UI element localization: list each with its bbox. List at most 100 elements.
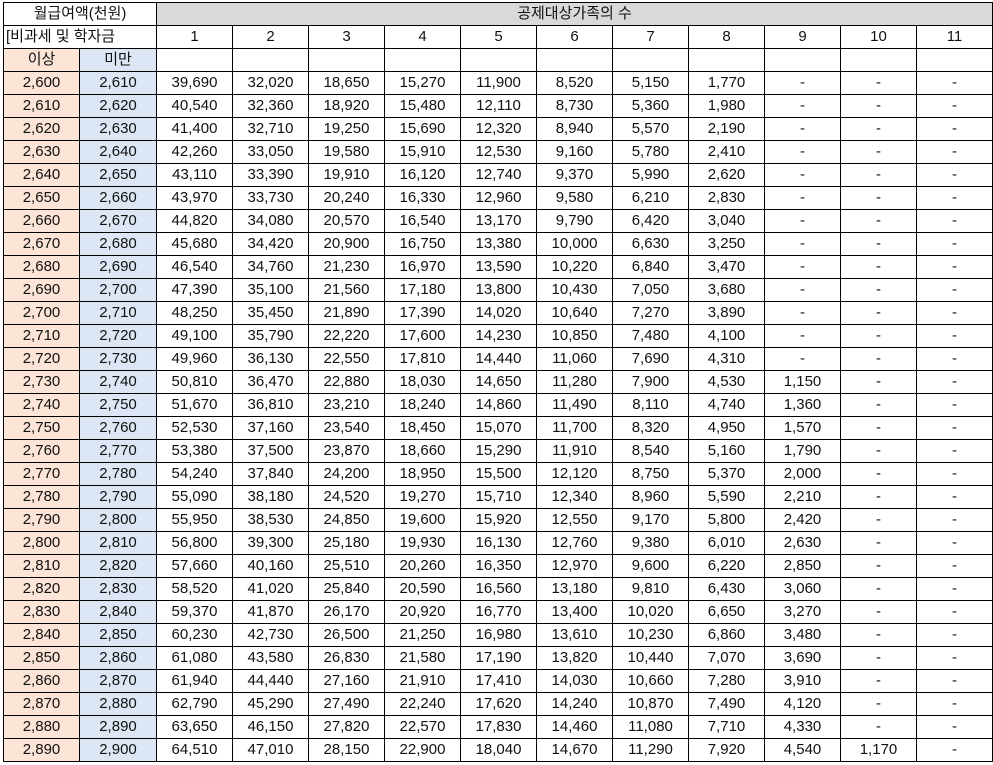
tax-amount-cell: 33,390 — [232, 163, 309, 187]
tax-amount-cell: 19,600 — [384, 508, 461, 532]
tax-amount-cell: 49,100 — [156, 324, 233, 348]
tax-amount-cell: 17,390 — [384, 301, 461, 325]
tax-amount-cell: 35,790 — [232, 324, 309, 348]
tax-amount-cell: - — [840, 600, 917, 624]
tax-amount-cell: 15,910 — [384, 140, 461, 164]
tax-amount-cell: 32,020 — [232, 71, 309, 95]
salary-upper-bound-cell: 2,620 — [79, 94, 157, 118]
tax-amount-cell: - — [916, 255, 993, 279]
tax-amount-cell: 22,220 — [308, 324, 385, 348]
tax-amount-cell: 38,530 — [232, 508, 309, 532]
tax-amount-cell: 10,230 — [612, 623, 689, 647]
tax-amount-cell: 34,420 — [232, 232, 309, 256]
tax-amount-cell: 35,100 — [232, 278, 309, 302]
tax-amount-cell: - — [916, 531, 993, 555]
dependents-count-5: 5 — [460, 25, 537, 49]
tax-amount-cell: 13,590 — [460, 255, 537, 279]
salary-lower-bound-cell: 2,870 — [3, 692, 80, 716]
tax-amount-cell: 4,740 — [688, 393, 765, 417]
empty-header-cell — [764, 48, 841, 72]
tax-amount-cell: - — [840, 531, 917, 555]
tax-amount-cell: 10,850 — [536, 324, 613, 348]
tax-amount-cell: - — [840, 278, 917, 302]
tax-amount-cell: - — [916, 278, 993, 302]
tax-amount-cell: 15,480 — [384, 94, 461, 118]
table-row: 2,710 2,720 49,100 35,790 22,220 17,600 14,230… — [3, 324, 993, 348]
tax-amount-cell: 20,260 — [384, 554, 461, 578]
tax-amount-cell: 7,710 — [688, 715, 765, 739]
tax-amount-cell: 12,120 — [536, 462, 613, 486]
tax-amount-cell: 4,950 — [688, 416, 765, 440]
tax-amount-cell: 28,150 — [308, 738, 385, 762]
tax-amount-cell: 6,420 — [612, 209, 689, 233]
tax-amount-cell: 16,540 — [384, 209, 461, 233]
tax-amount-cell: 10,870 — [612, 692, 689, 716]
tax-amount-cell: 15,270 — [384, 71, 461, 95]
salary-upper-bound-cell: 2,890 — [79, 715, 157, 739]
tax-amount-cell: 10,220 — [536, 255, 613, 279]
tax-amount-cell: 10,000 — [536, 232, 613, 256]
tax-amount-cell: 61,940 — [156, 669, 233, 693]
table-row: 2,750 2,760 52,530 37,160 23,540 18,450 15,070… — [3, 416, 993, 440]
tax-amount-cell: - — [840, 186, 917, 210]
tax-amount-cell: - — [840, 623, 917, 647]
table-row: 2,680 2,690 46,540 34,760 21,230 16,970 13,590… — [3, 255, 993, 279]
tax-amount-cell: 22,550 — [308, 347, 385, 371]
salary-lower-bound-cell: 2,840 — [3, 623, 80, 647]
table-row: 2,800 2,810 56,800 39,300 25,180 19,930 16,130… — [3, 531, 993, 555]
header-row-3: 이상 미만 — [3, 48, 993, 72]
tax-amount-cell: 24,200 — [308, 462, 385, 486]
tax-amount-cell: 2,630 — [764, 531, 841, 555]
tax-amount-cell: 25,510 — [308, 554, 385, 578]
tax-amount-cell: 37,840 — [232, 462, 309, 486]
tax-amount-cell: 22,240 — [384, 692, 461, 716]
tax-amount-cell: 5,590 — [688, 485, 765, 509]
tax-amount-cell: - — [916, 117, 993, 141]
tax-amount-cell: 43,970 — [156, 186, 233, 210]
tax-amount-cell: 38,180 — [232, 485, 309, 509]
salary-upper-bound-cell: 2,750 — [79, 393, 157, 417]
tax-amount-cell: - — [840, 715, 917, 739]
salary-upper-bound-cell: 2,900 — [79, 738, 157, 762]
tax-amount-cell: 42,260 — [156, 140, 233, 164]
tax-amount-cell: 39,690 — [156, 71, 233, 95]
salary-lower-bound-cell: 2,610 — [3, 94, 80, 118]
tax-amount-cell: 9,160 — [536, 140, 613, 164]
tax-amount-cell: 2,850 — [764, 554, 841, 578]
tax-amount-cell: 37,160 — [232, 416, 309, 440]
salary-lower-bound-cell: 2,680 — [3, 255, 80, 279]
table-row: 2,850 2,860 61,080 43,580 26,830 21,580 17,190… — [3, 646, 993, 670]
tax-amount-cell: 10,660 — [612, 669, 689, 693]
tax-amount-cell: 3,480 — [764, 623, 841, 647]
salary-lower-bound-cell: 2,740 — [3, 393, 80, 417]
tax-amount-cell: 17,190 — [460, 646, 537, 670]
tax-amount-cell: 14,460 — [536, 715, 613, 739]
tax-amount-cell: - — [916, 600, 993, 624]
tax-amount-cell: 7,050 — [612, 278, 689, 302]
tax-amount-cell: - — [840, 646, 917, 670]
tax-amount-cell: 3,680 — [688, 278, 765, 302]
tax-amount-cell: 7,490 — [688, 692, 765, 716]
tax-amount-cell: 45,290 — [232, 692, 309, 716]
tax-amount-cell: 26,170 — [308, 600, 385, 624]
tax-amount-cell: 6,630 — [612, 232, 689, 256]
dependents-count-2: 2 — [232, 25, 309, 49]
tax-amount-cell: 6,840 — [612, 255, 689, 279]
salary-lower-bound-cell: 2,820 — [3, 577, 80, 601]
tax-amount-cell: 17,810 — [384, 347, 461, 371]
salary-sublabel: [비과세 및 학자금 — [3, 25, 157, 49]
tax-amount-cell: - — [764, 163, 841, 187]
table-row: 2,740 2,750 51,670 36,810 23,210 18,240 14,860… — [3, 393, 993, 417]
salary-upper-bound-cell: 2,660 — [79, 186, 157, 210]
tax-amount-cell: - — [840, 117, 917, 141]
tax-amount-cell: 10,020 — [612, 600, 689, 624]
salary-upper-bound-cell: 2,830 — [79, 577, 157, 601]
tax-amount-cell: 7,280 — [688, 669, 765, 693]
tax-amount-cell: 3,910 — [764, 669, 841, 693]
tax-amount-cell: 62,790 — [156, 692, 233, 716]
tax-amount-cell: - — [840, 554, 917, 578]
tax-amount-cell: 13,170 — [460, 209, 537, 233]
salary-lower-bound-cell: 2,700 — [3, 301, 80, 325]
salary-lower-bound-cell: 2,720 — [3, 347, 80, 371]
table-row: 2,620 2,630 41,400 32,710 19,250 15,690 12,320… — [3, 117, 993, 141]
